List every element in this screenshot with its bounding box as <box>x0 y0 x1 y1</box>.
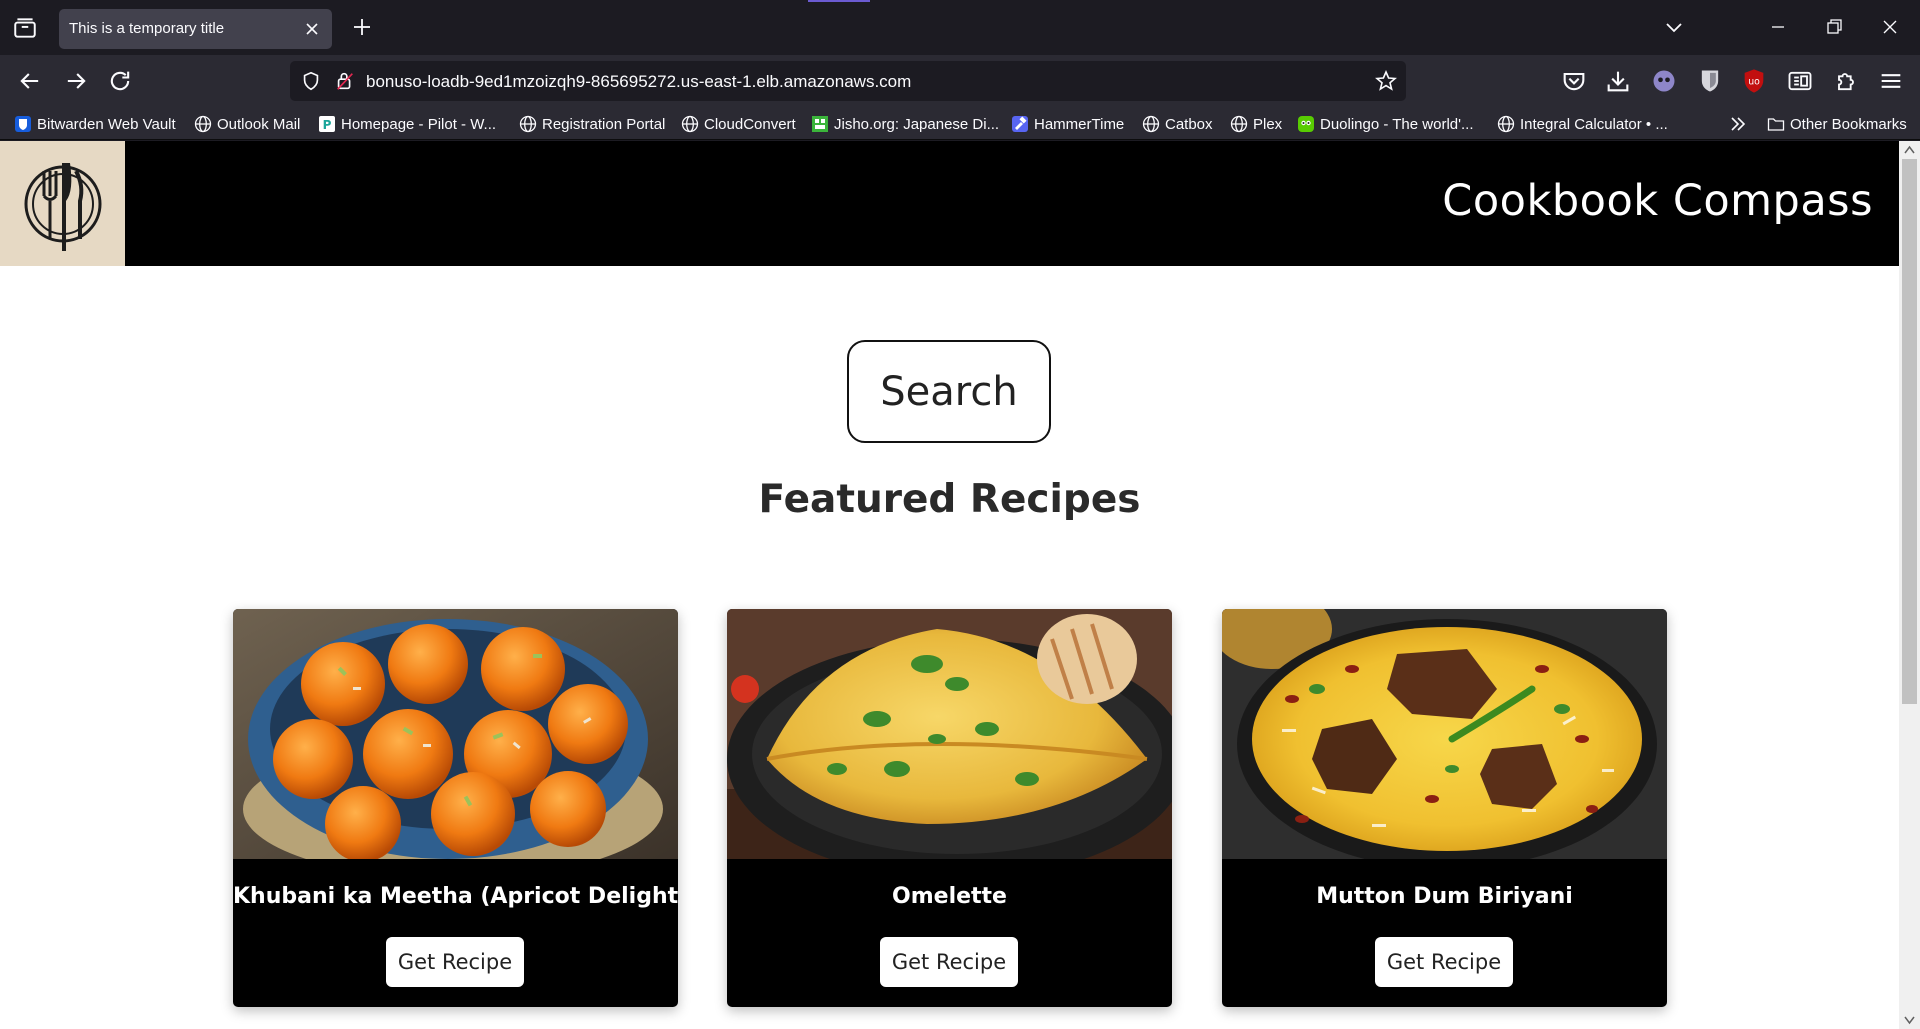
extension-avatar-icon[interactable] <box>1650 67 1678 95</box>
bitwarden-icon[interactable] <box>1696 67 1724 95</box>
get-recipe-button[interactable]: Get Recipe <box>386 937 524 987</box>
bookmark-label: Outlook Mail <box>217 115 301 133</box>
active-tab[interactable]: This is a temporary title <box>59 9 332 49</box>
other-bookmarks[interactable]: Other Bookmarks <box>1767 113 1907 135</box>
bookmark-item[interactable]: Integral Calculator • ... <box>1497 113 1668 135</box>
globe-icon <box>194 115 212 133</box>
site-title: Cookbook Compass <box>1442 176 1873 226</box>
apricot-dessert-image <box>233 609 678 859</box>
bookmark-item[interactable]: Outlook Mail <box>194 113 300 135</box>
bookmark-item[interactable]: Duolingo - The world'... <box>1297 113 1474 135</box>
tab-title: This is a temporary title <box>69 20 225 37</box>
cutlery-plate-icon <box>24 163 102 251</box>
omelette-image <box>727 609 1172 859</box>
globe-icon <box>1142 115 1160 133</box>
scroll-thumb[interactable] <box>1902 159 1917 704</box>
featured-heading: Featured Recipes <box>758 477 1141 522</box>
bookmark-label: Plex <box>1253 115 1283 133</box>
bitwarden-icon <box>15 116 31 132</box>
back-icon[interactable] <box>16 67 44 95</box>
bookmark-star-icon[interactable] <box>1374 69 1398 93</box>
insecure-lock-icon[interactable] <box>334 70 356 92</box>
bookmark-label: Duolingo - The world'... <box>1320 115 1474 133</box>
extensions-icon[interactable] <box>1832 67 1860 95</box>
tracking-protection-icon[interactable] <box>300 70 322 92</box>
bookmark-item[interactable]: Bitwarden Web Vault <box>14 113 176 135</box>
biryani-image <box>1222 609 1667 859</box>
page-viewport: Cookbook Compass Search Featured Recipes <box>0 141 1899 1029</box>
close-window-icon[interactable] <box>1878 15 1902 39</box>
bookmark-label: Jisho.org: Japanese Di... <box>834 115 1000 133</box>
restore-icon[interactable] <box>1822 15 1846 39</box>
recipe-name: Khubani ka Meetha (Apricot Delight) <box>233 884 678 909</box>
close-tab-icon[interactable] <box>302 19 322 39</box>
recipe-card: Omelette Get Recipe <box>727 609 1172 1007</box>
bookmark-item[interactable]: Jisho.org: Japanese Di... <box>811 113 999 135</box>
site-logo[interactable] <box>0 141 125 266</box>
bookmark-label: Homepage - Pilot - W... <box>341 115 497 133</box>
get-recipe-button[interactable]: Get Recipe <box>1375 937 1513 987</box>
globe-icon <box>681 115 699 133</box>
reload-icon[interactable] <box>106 67 134 95</box>
bookmark-label: Registration Portal <box>542 115 666 133</box>
bookmark-label: Integral Calculator • ... <box>1520 115 1668 133</box>
bookmark-label: Catbox <box>1165 115 1213 133</box>
get-recipe-button[interactable]: Get Recipe <box>880 937 1018 987</box>
bookmark-item[interactable]: Registration Portal <box>519 113 665 135</box>
ublock-origin-icon[interactable]: uo <box>1740 67 1768 95</box>
svg-text:uo: uo <box>1748 77 1760 88</box>
tab-accent <box>808 0 870 2</box>
list-all-tabs-icon[interactable] <box>1662 15 1686 39</box>
duolingo-icon <box>1298 116 1314 132</box>
url-bar[interactable]: bonuso-loadb-9ed1mzoizqh9-865695272.us-e… <box>290 61 1406 101</box>
bookmark-item[interactable]: HammerTime <box>1011 113 1124 135</box>
chevron-double-right-icon[interactable] <box>1728 114 1748 134</box>
menu-icon[interactable] <box>1877 67 1905 95</box>
bookmark-item[interactable]: P Homepage - Pilot - W... <box>318 113 496 135</box>
bookmark-label: Bitwarden Web Vault <box>37 115 176 133</box>
bookmark-item[interactable]: CloudConvert <box>681 113 796 135</box>
folder-icon <box>1767 118 1785 131</box>
new-tab-icon[interactable] <box>350 15 374 39</box>
tab-strip: This is a temporary title <box>0 0 1920 55</box>
navigation-toolbar: bonuso-loadb-9ed1mzoizqh9-865695272.us-e… <box>0 55 1920 107</box>
reader-view-icon[interactable] <box>1786 67 1814 95</box>
bookmark-item[interactable]: Catbox <box>1142 113 1213 135</box>
jisho-icon <box>812 116 828 132</box>
minimize-icon[interactable] <box>1766 15 1790 39</box>
scroll-down-icon[interactable] <box>1904 1015 1915 1025</box>
recipe-card: Mutton Dum Biriyani Get Recipe <box>1222 609 1667 1007</box>
forward-icon[interactable] <box>62 67 90 95</box>
bookmark-label: HammerTime <box>1034 115 1125 133</box>
url-text: bonuso-loadb-9ed1mzoizqh9-865695272.us-e… <box>366 72 912 91</box>
hammertime-icon <box>1012 116 1028 132</box>
bookmark-label: CloudConvert <box>704 115 796 133</box>
page-scrollbar[interactable] <box>1899 141 1920 1029</box>
svg-text:P: P <box>323 118 332 132</box>
bookmarks-toolbar: Bitwarden Web Vault Outlook Mail P Homep… <box>0 107 1920 140</box>
globe-icon <box>1230 115 1248 133</box>
globe-icon <box>519 115 537 133</box>
globe-icon <box>1497 115 1515 133</box>
scroll-up-icon[interactable] <box>1904 145 1915 155</box>
search-button[interactable]: Search <box>847 340 1051 443</box>
downloads-icon[interactable] <box>1604 67 1632 95</box>
tab-overview-icon[interactable] <box>12 15 38 41</box>
recipe-name: Omelette <box>892 884 1007 909</box>
browser-window: This is a temporary title bonuso-loadb-9… <box>0 0 1920 1029</box>
site-header: Cookbook Compass <box>0 141 1899 266</box>
bookmark-item[interactable]: Plex <box>1230 113 1282 135</box>
pocket-icon[interactable] <box>1560 67 1588 95</box>
recipe-card: Khubani ka Meetha (Apricot Delight) Get … <box>233 609 678 1007</box>
recipe-name: Mutton Dum Biriyani <box>1316 884 1573 909</box>
pilot-icon: P <box>319 116 335 132</box>
other-bookmarks-label: Other Bookmarks <box>1790 115 1907 133</box>
